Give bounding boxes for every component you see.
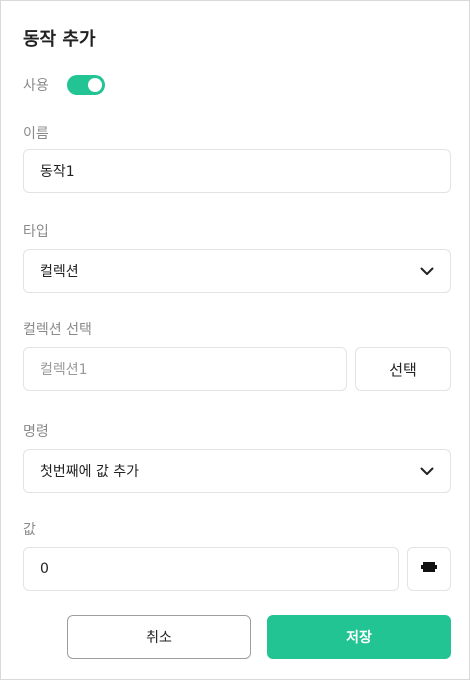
- cancel-button[interactable]: 취소: [67, 615, 251, 659]
- value-block-button[interactable]: [407, 547, 451, 591]
- collection-label: 컬렉션 선택: [23, 322, 92, 338]
- value-label: 값: [23, 522, 36, 538]
- enabled-label: 사용: [23, 78, 49, 94]
- chevron-down-icon: [420, 264, 434, 278]
- collection-input[interactable]: 컬렉션1: [23, 347, 347, 391]
- command-select[interactable]: 첫번째에 값 추가: [23, 449, 451, 493]
- puzzle-block-icon: [420, 560, 438, 578]
- name-input[interactable]: 동작1: [23, 149, 451, 193]
- value-input[interactable]: 0: [23, 547, 399, 591]
- collection-input-placeholder: 컬렉션1: [40, 362, 88, 378]
- collection-select-button[interactable]: 선택: [355, 347, 451, 391]
- save-button[interactable]: 저장: [267, 615, 451, 659]
- type-label: 타입: [23, 224, 49, 240]
- name-label: 이름: [23, 126, 49, 142]
- type-select[interactable]: 컬렉션: [23, 249, 451, 293]
- dialog-title: 동작 추가: [23, 29, 96, 50]
- value-input-value: 0: [40, 561, 49, 577]
- action-dialog: 동작 추가 사용 이름 동작1 타입 컬렉션 컬렉션 선택 컬렉션1 선택 명령…: [0, 0, 470, 680]
- type-select-value: 컬렉션: [40, 264, 79, 280]
- command-label: 명령: [23, 424, 49, 440]
- enabled-toggle[interactable]: [67, 75, 105, 95]
- toggle-knob: [88, 78, 102, 92]
- name-input-value: 동작1: [40, 164, 75, 180]
- command-select-value: 첫번째에 값 추가: [40, 464, 140, 480]
- chevron-down-icon: [420, 464, 434, 478]
